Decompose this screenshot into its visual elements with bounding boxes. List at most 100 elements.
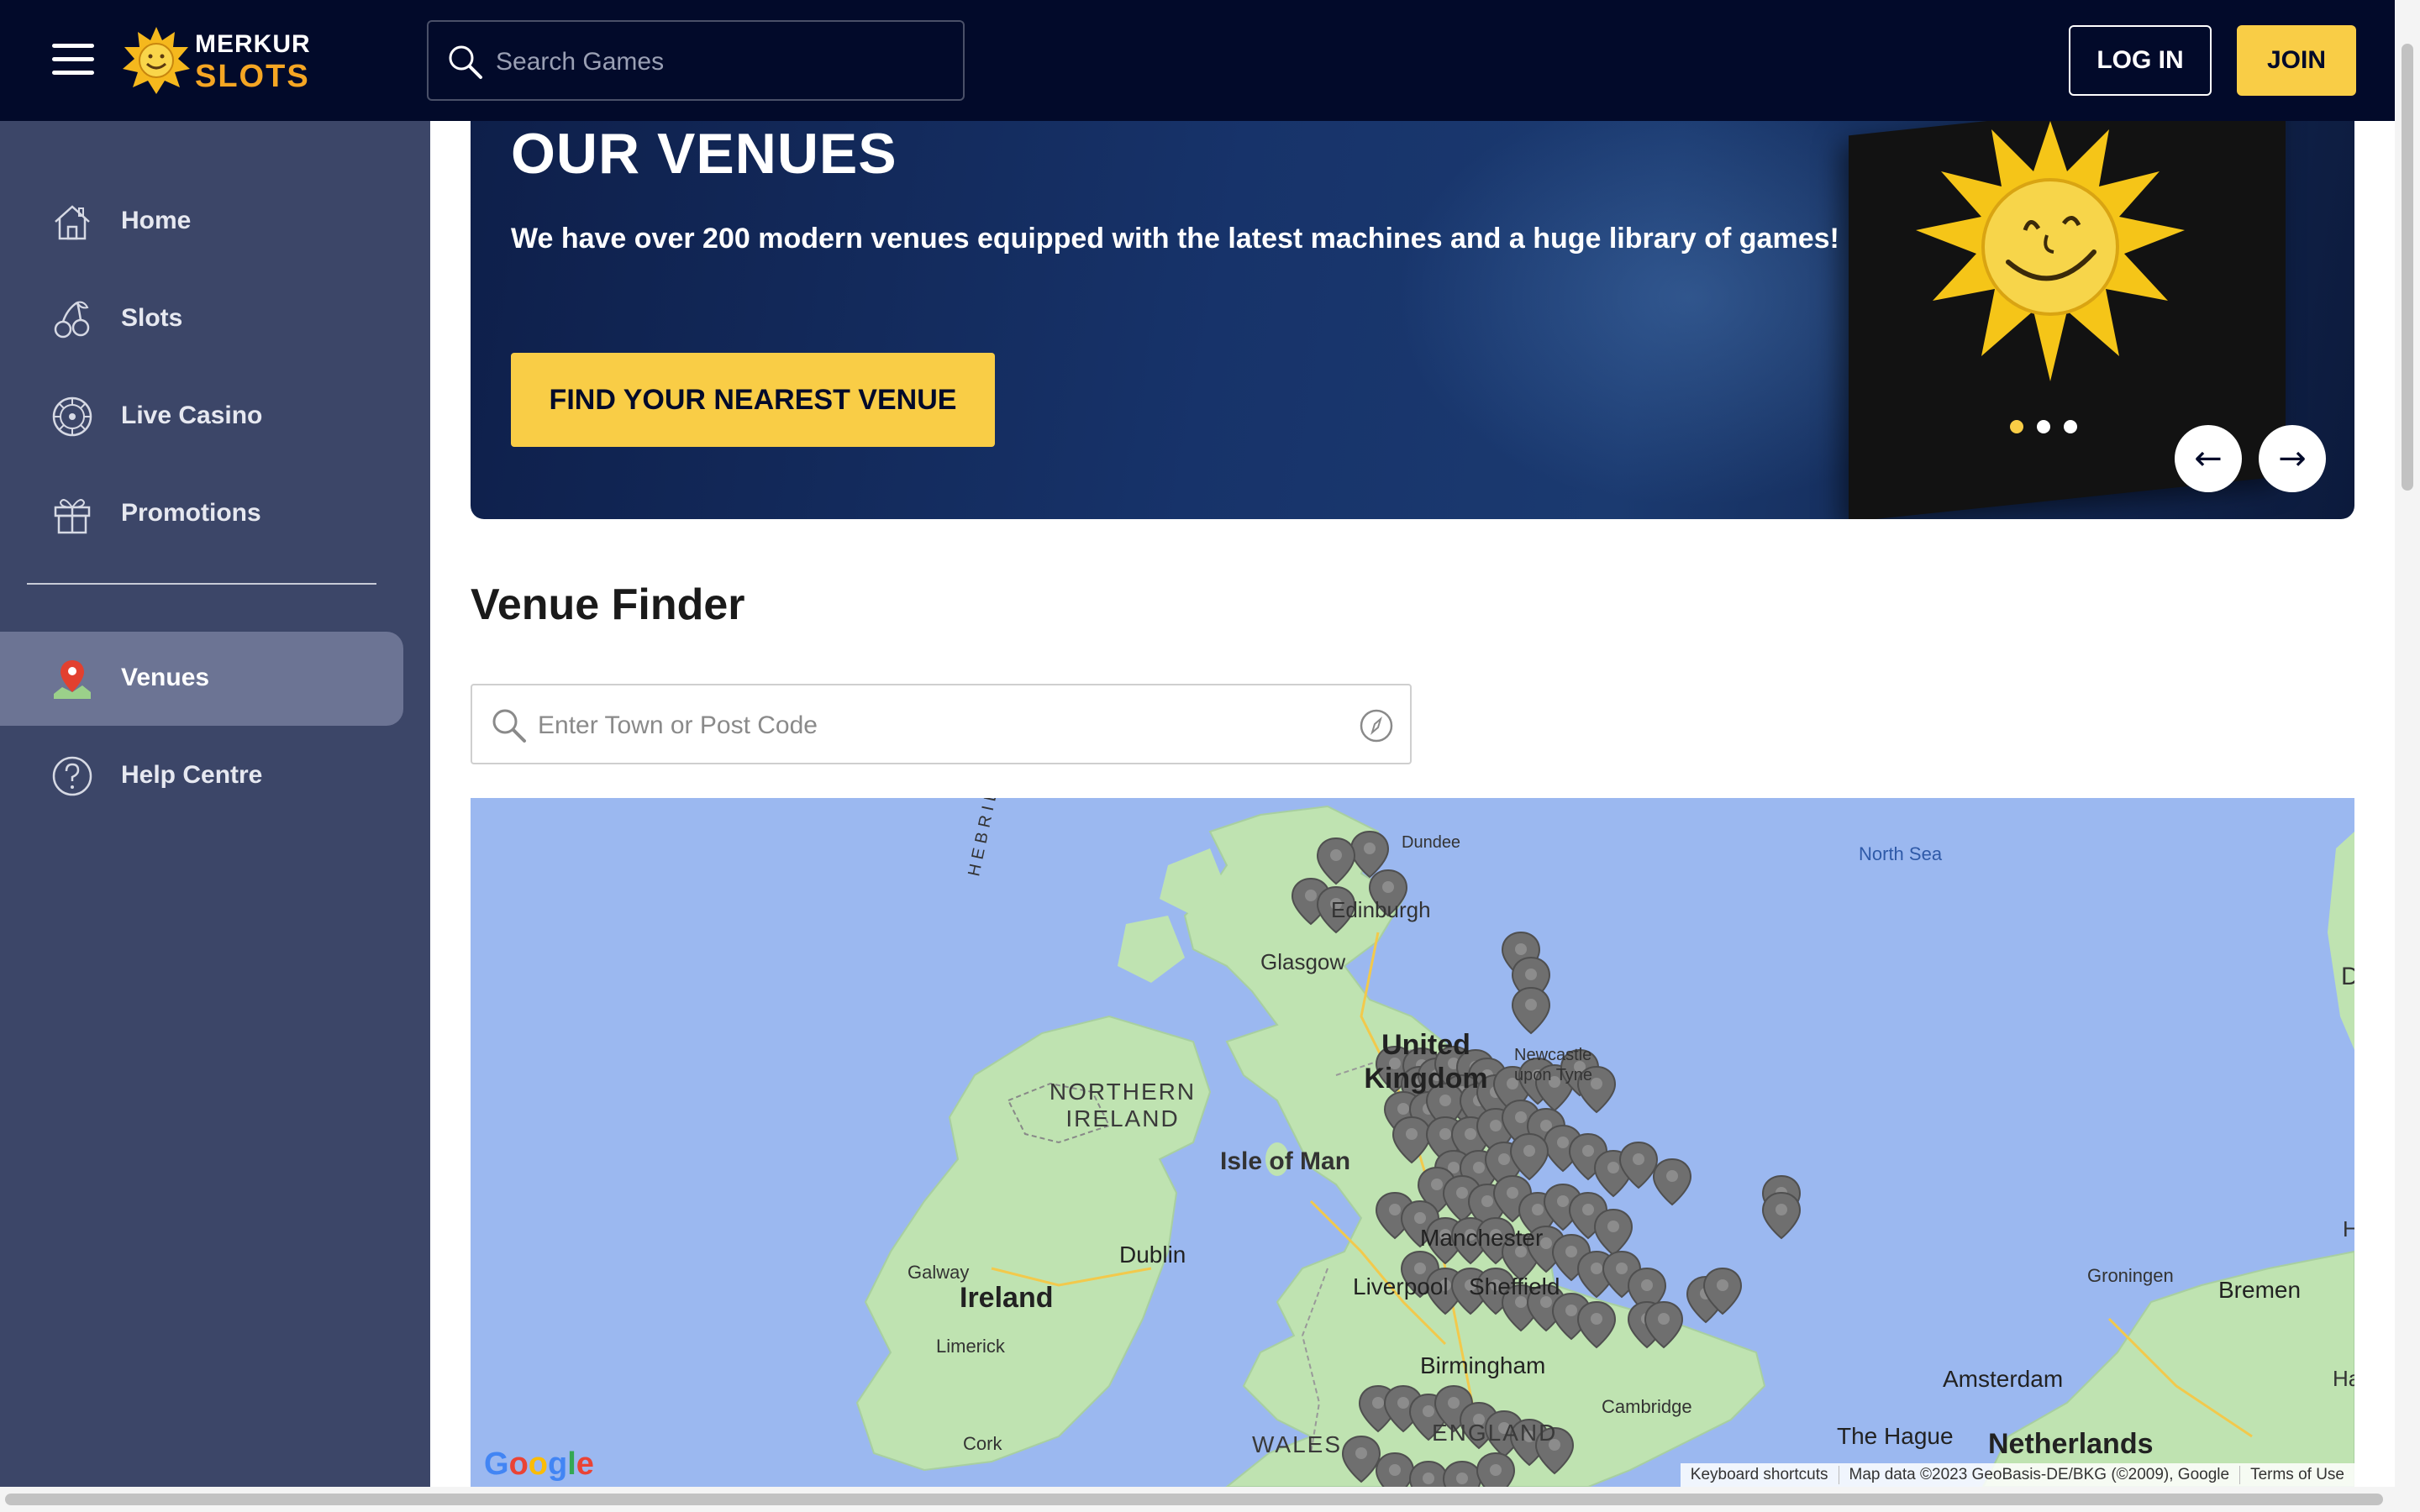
map-label-newcastle: Newcastle upon Tyne xyxy=(1514,1046,1593,1084)
map-marker-dot xyxy=(1389,1464,1401,1476)
sidebar-item-home[interactable]: Home xyxy=(0,175,403,269)
sidebar-item-venues[interactable]: Venues xyxy=(0,632,403,726)
carousel-dot-1[interactable] xyxy=(2010,420,2023,433)
venue-map[interactable]: North Sea HEBRIDES Dundee Edinburgh Glas… xyxy=(471,798,2354,1487)
vertical-scroll-thumb[interactable] xyxy=(2402,44,2413,491)
map-marker-dot xyxy=(1582,1204,1594,1215)
venue-search xyxy=(471,684,1412,764)
google-logo-letter: G xyxy=(484,1446,509,1482)
map-label-united-kingdom: United Kingdom xyxy=(1364,1029,1488,1095)
map-marker-dot xyxy=(1431,1179,1443,1190)
carousel-prev-button[interactable]: ← xyxy=(2175,425,2242,492)
google-logo-text: Google xyxy=(484,1446,594,1482)
sidebar-label-live-casino: Live Casino xyxy=(121,402,263,429)
sidebar-item-help-centre[interactable]: Help Centre xyxy=(0,729,403,823)
hero-banner: OUR VENUES We have over 200 modern venue… xyxy=(471,121,2354,519)
map-marker-dot xyxy=(1557,1195,1569,1207)
map-data-text: Map data ©2023 GeoBasis-DE/BKG (©2009), … xyxy=(1838,1466,2240,1484)
find-nearest-venue-button[interactable]: FIND YOUR NEAREST VENUE xyxy=(511,353,995,447)
merkur-slots-logo[interactable]: MERKUR SLOTS xyxy=(121,24,314,97)
google-logo-letter: g xyxy=(548,1446,568,1482)
carousel-next-button[interactable]: → xyxy=(2259,425,2326,492)
map-label-edge-ha: Ha xyxy=(2333,1366,2354,1391)
arrow-right-icon: → xyxy=(2278,439,2307,478)
map-marker-dot xyxy=(1439,1095,1451,1106)
map-marker-dot xyxy=(1633,1153,1644,1165)
map-marker-dot xyxy=(1641,1279,1653,1291)
map-label-north-sea: North Sea xyxy=(1859,843,1943,864)
sidebar-item-promotions[interactable]: Promotions xyxy=(0,467,403,561)
search-icon xyxy=(449,45,482,79)
map-marker-dot xyxy=(1490,1464,1502,1476)
map-label-dundee: Dundee xyxy=(1402,833,1461,852)
map-marker-dot xyxy=(1364,843,1376,854)
logo-line-slots: SLOTS xyxy=(195,59,310,94)
map-marker-dot xyxy=(1439,1128,1451,1140)
map-marker-dot xyxy=(1490,1120,1502,1131)
hero-title: OUR VENUES xyxy=(511,122,897,186)
map-attribution: Keyboard shortcuts Map data ©2023 GeoBas… xyxy=(1680,1463,2354,1487)
map-marker-dot xyxy=(1423,1405,1434,1417)
map-marker-dot xyxy=(1355,1447,1367,1459)
map-label-edinburgh: Edinburgh xyxy=(1331,897,1431,922)
map-marker-dot xyxy=(1406,1128,1418,1140)
map-marker-dot xyxy=(1515,1111,1527,1123)
map-marker-dot xyxy=(1465,1128,1476,1140)
horizontal-scroll-thumb[interactable] xyxy=(5,1494,2383,1505)
map-marker-dot xyxy=(1525,999,1537,1011)
map-label-glasgow: Glasgow xyxy=(1260,949,1346,974)
google-logo-letter: o xyxy=(528,1446,548,1482)
map-marker-dot xyxy=(1525,969,1537,980)
carousel-dot-3[interactable] xyxy=(2064,420,2077,433)
map-marker-dot xyxy=(1666,1170,1678,1182)
map-marker-dot xyxy=(1372,1397,1384,1409)
map-pin-icon xyxy=(54,660,91,699)
map-marker-dot xyxy=(1565,1246,1577,1257)
map-label-sheffield: Sheffield xyxy=(1469,1273,1560,1299)
map-marker-dot xyxy=(1414,1263,1426,1274)
map-marker-dot xyxy=(1565,1305,1577,1316)
map-label-birmingham: Birmingham xyxy=(1420,1352,1546,1378)
game-search xyxy=(427,20,965,101)
map-label-the-hague: The Hague xyxy=(1837,1423,1954,1449)
map-marker-dot xyxy=(1456,1187,1468,1199)
compass-icon[interactable] xyxy=(1358,707,1395,744)
game-search-input[interactable] xyxy=(496,39,933,86)
help-icon xyxy=(52,756,92,796)
horizontal-scrollbar[interactable] xyxy=(0,1487,2395,1512)
terms-of-use-link[interactable]: Terms of Use xyxy=(2239,1466,2354,1484)
map-label-cork: Cork xyxy=(963,1433,1002,1454)
google-logo[interactable]: Google xyxy=(484,1446,594,1483)
roulette-wheel-icon xyxy=(52,396,92,437)
map-label-wales: WALES xyxy=(1252,1431,1342,1457)
venue-search-input[interactable] xyxy=(538,701,1294,751)
hero-description: We have over 200 modern venues equipped … xyxy=(511,223,1839,255)
log-in-button[interactable]: LOG IN xyxy=(2069,25,2212,96)
sidebar-item-slots[interactable]: Slots xyxy=(0,272,403,366)
sun-icon xyxy=(123,27,190,94)
map-marker-dot xyxy=(1607,1162,1619,1173)
map-marker-dot xyxy=(1591,1263,1602,1274)
sidebar-label-home: Home xyxy=(121,207,192,234)
keyboard-shortcuts-link[interactable]: Keyboard shortcuts xyxy=(1681,1466,1839,1484)
search-icon xyxy=(492,709,526,743)
merkur-sun-mascot xyxy=(1916,121,2185,381)
map-marker-dot xyxy=(1616,1263,1628,1274)
map-marker-dot xyxy=(1397,1103,1409,1115)
map-label-liverpool: Liverpool xyxy=(1353,1273,1449,1299)
map-marker-dot xyxy=(1557,1137,1569,1148)
carousel-dot-2[interactable] xyxy=(2037,420,2050,433)
join-button[interactable]: JOIN xyxy=(2237,25,2356,96)
map-marker-dot xyxy=(1582,1145,1594,1157)
map-label-amsterdam: Amsterdam xyxy=(1943,1366,2064,1392)
vertical-scrollbar[interactable] xyxy=(2395,0,2420,1512)
logo-line-merkur: MERKUR xyxy=(195,30,311,58)
map-marker-dot xyxy=(1523,1145,1535,1157)
map-marker-dot xyxy=(1515,943,1527,955)
map-marker-dot xyxy=(1591,1313,1602,1325)
map-marker-dot xyxy=(1481,1195,1493,1207)
sidebar-item-live-casino[interactable]: Live Casino xyxy=(0,370,403,464)
hamburger-icon[interactable] xyxy=(52,42,94,76)
google-logo-letter: e xyxy=(576,1446,594,1482)
map-marker-dot xyxy=(1658,1313,1670,1325)
